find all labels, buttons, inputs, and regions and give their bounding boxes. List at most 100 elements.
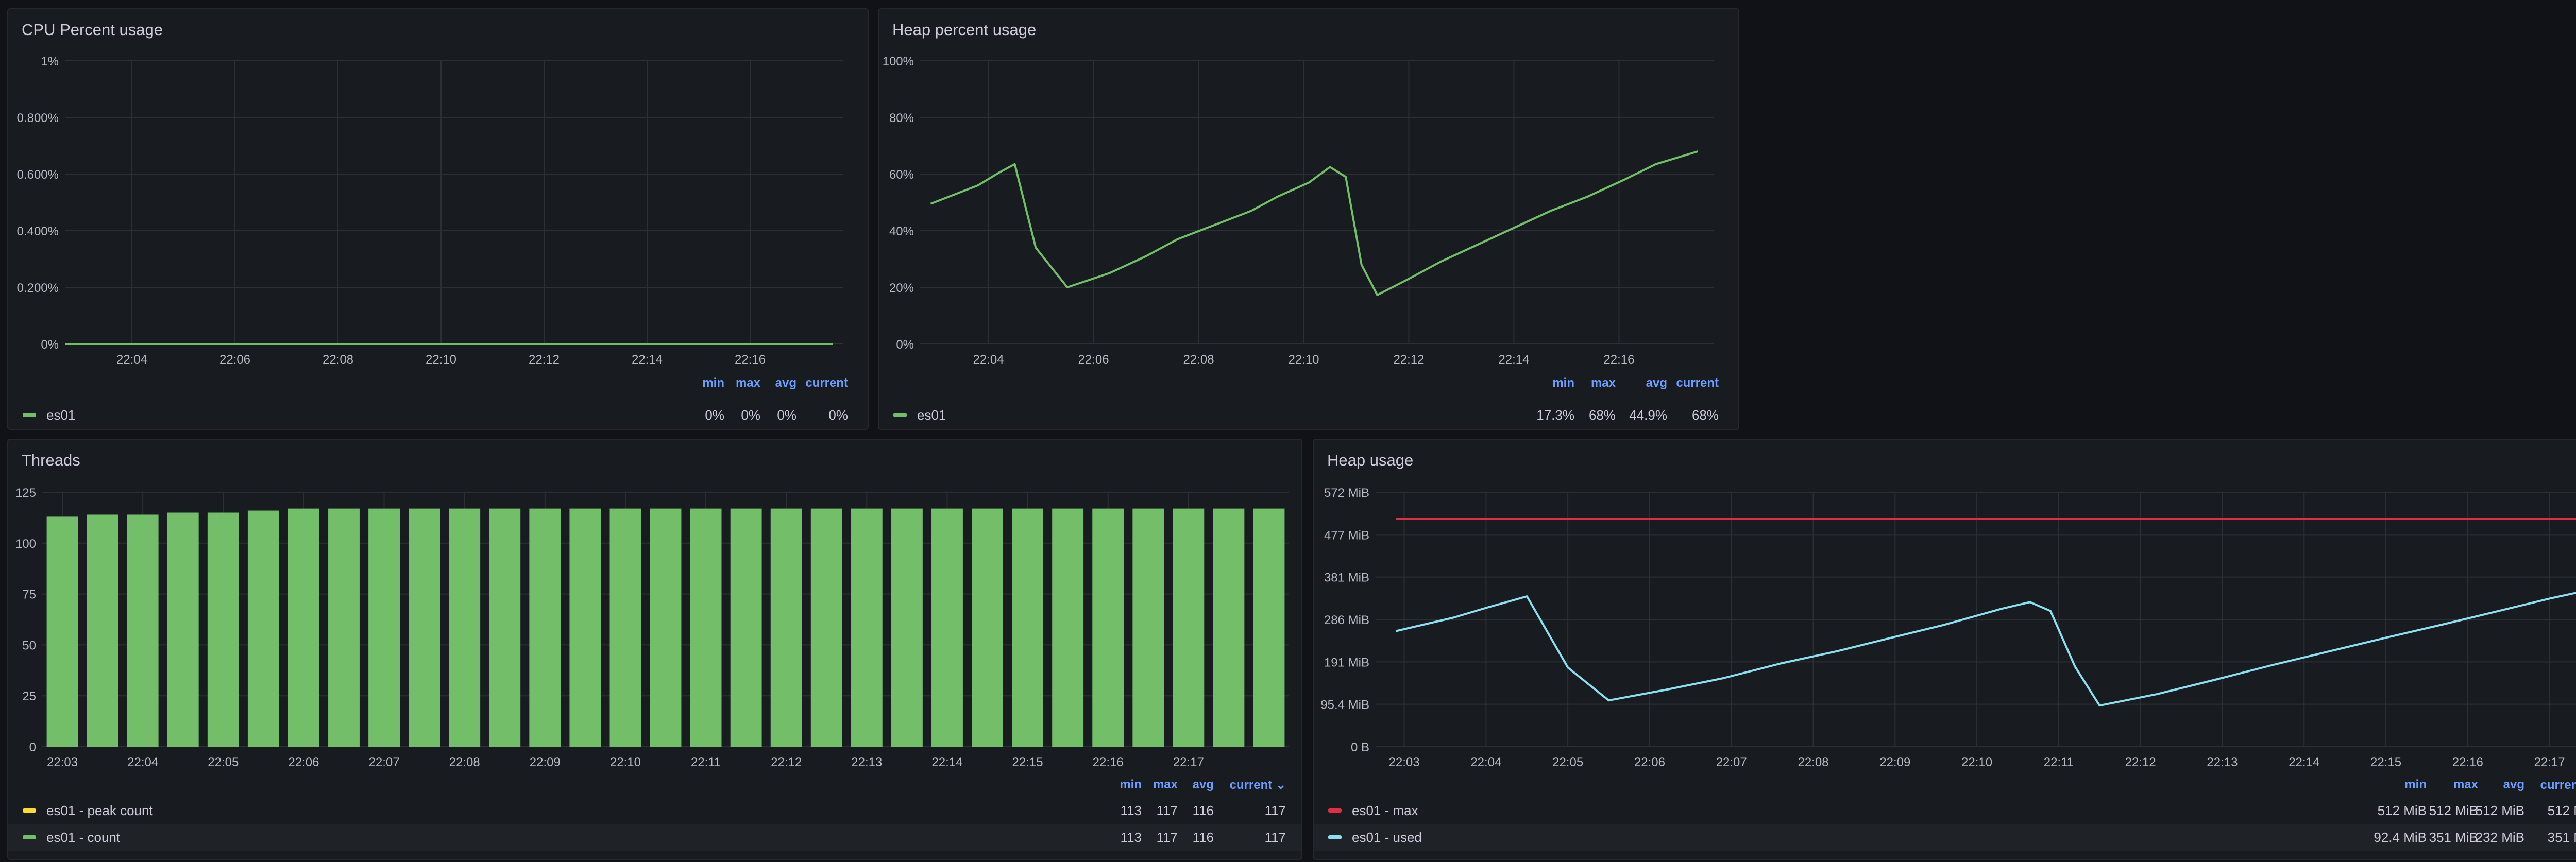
chart-cpu-percent[interactable]: 0% 0.200% 0.400% 0.600% 0.800% 1% 22:04 22:06 22…: [8, 9, 869, 430]
y-tick-label: 75: [22, 588, 36, 602]
x-tick-label: 22:04: [127, 755, 158, 769]
series-color-swatch: [893, 413, 907, 417]
x-tick-label: 22:14: [931, 755, 962, 769]
bar: [127, 514, 159, 747]
bar: [46, 516, 78, 747]
legend-row[interactable]: es01 - count 113 117 116 117: [8, 824, 1301, 851]
legend-stat-avg: 116: [1192, 829, 1214, 845]
x-tick-label: 22:11: [2044, 755, 2074, 769]
legend-series-name: es01: [46, 407, 76, 423]
legend-row[interactable]: es01 17.3% 68% 44.9% 68%: [879, 402, 1738, 428]
y-tick-label: 0.200%: [17, 281, 59, 295]
bar: [1092, 508, 1124, 747]
bar: [489, 508, 521, 747]
legend-header-min[interactable]: min: [1528, 376, 1574, 390]
legend-series-name: es01 - peak count: [46, 802, 153, 818]
bar: [972, 508, 1003, 747]
y-tick-label: 572 MiB: [1324, 486, 1369, 500]
x-tick-label: 22:15: [2370, 755, 2401, 769]
bar: [810, 508, 842, 747]
x-tick-label: 22:16: [1093, 755, 1124, 769]
x-tick-label: 22:07: [1716, 755, 1747, 769]
y-tick-label: 286 MiB: [1324, 613, 1369, 627]
x-tick-label: 22:14: [2289, 755, 2319, 769]
y-tick-label: 381 MiB: [1324, 571, 1369, 585]
x-tick-label: 22:06: [1634, 755, 1665, 769]
bar: [368, 508, 400, 747]
legend-stat-current: 68%: [1691, 407, 1719, 423]
bar: [449, 508, 481, 747]
panel-heap-usage[interactable]: Heap usage 0 B 95.4 MiB 191 MiB 286 MiB 381 …: [1313, 439, 2576, 860]
legend-stat-current: 117: [1264, 802, 1286, 818]
panel-cpu-percent[interactable]: CPU Percent usage 0% 0.200% 0.400% 0.600% 0.…: [7, 8, 869, 430]
legend-header-avg[interactable]: avg: [1621, 376, 1667, 390]
legend-row[interactable]: es01 - used 92.4 MiB 351 MiB 232 MiB 351…: [1314, 824, 2576, 851]
legend-header-current[interactable]: current ⌄: [1209, 778, 1286, 792]
legend-header-current[interactable]: current ⌄: [2519, 778, 2576, 792]
x-tick-label: 22:14: [1498, 353, 1529, 367]
x-tick-label: 22:17: [1173, 755, 1204, 769]
legend-header-current[interactable]: current: [1667, 376, 1719, 390]
y-tick-label: 0%: [41, 338, 59, 352]
x-tick-label: 22:08: [323, 353, 353, 367]
x-tick-label: 22:06: [219, 353, 250, 367]
y-tick-label: 20%: [889, 281, 914, 295]
legend-series-name: es01 - used: [1352, 829, 1422, 845]
y-tick-label: 1%: [41, 55, 59, 68]
x-tick-label: 22:17: [2534, 755, 2565, 769]
legend-header-avg[interactable]: avg: [750, 376, 796, 390]
y-tick-label: 60%: [889, 168, 914, 182]
legend-row[interactable]: es01 0% 0% 0% 0%: [8, 402, 868, 428]
panel-threads[interactable]: Threads 0 25 50 75 100 125 22:03 22:04 22:05 22:0…: [7, 439, 1302, 860]
x-tick-label: 22:05: [208, 755, 239, 769]
x-tick-label: 22:04: [116, 353, 147, 367]
legend-row[interactable]: es01 - peak count 113 117 116 117: [8, 797, 1301, 824]
x-tick-label: 22:07: [369, 755, 400, 769]
chart-heap-percent[interactable]: 0% 20% 40% 60% 80% 100% 22:04 22:06 22:08 22:10 22…: [879, 9, 1739, 430]
x-tick-label: 22:03: [1389, 755, 1420, 769]
y-tick-label: 0%: [896, 338, 914, 352]
bar: [609, 508, 641, 747]
bar: [328, 508, 360, 747]
y-tick-label: 0: [29, 740, 36, 754]
legend-header-current[interactable]: current: [796, 376, 848, 390]
bar: [1173, 508, 1205, 747]
bar: [1132, 508, 1164, 747]
legend-header-max[interactable]: max: [1569, 376, 1616, 390]
bar: [650, 508, 682, 747]
x-tick-label: 22:11: [691, 755, 721, 769]
legend-stat-min: 17.3%: [1536, 407, 1574, 423]
y-tick-label: 100%: [883, 55, 914, 68]
panel-heap-percent[interactable]: Heap percent usage 0% 20% 40% 60% 80% 100% 22:…: [878, 8, 1739, 430]
series-color-swatch: [23, 808, 36, 813]
x-tick-label: 22:03: [47, 755, 78, 769]
bar: [891, 508, 923, 747]
bar: [409, 508, 440, 747]
legend-series-name: es01: [917, 407, 946, 423]
series-color-swatch: [23, 835, 36, 839]
y-tick-label: 191 MiB: [1324, 656, 1369, 669]
legend-stat-avg: 44.9%: [1629, 407, 1667, 423]
y-tick-label: 25: [22, 689, 36, 703]
legend-row[interactable]: es01 - max 512 MiB 512 MiB 512 MiB 512 M…: [1314, 797, 2576, 824]
x-tick-label: 22:12: [529, 353, 560, 367]
y-tick-label: 80%: [889, 111, 914, 125]
x-tick-label: 22:09: [530, 755, 561, 769]
legend-header-avg[interactable]: avg: [1167, 778, 1214, 792]
legend-stat-current: 0%: [828, 407, 848, 423]
bar: [569, 508, 601, 747]
bar: [931, 508, 963, 747]
bar: [167, 512, 199, 747]
y-tick-label: 95.4 MiB: [1320, 698, 1369, 712]
legend-header-min[interactable]: min: [2380, 778, 2427, 792]
bar: [1052, 508, 1084, 747]
y-tick-label: 0 B: [1351, 740, 1369, 754]
x-tick-label: 22:10: [426, 353, 456, 367]
legend-header-avg[interactable]: avg: [2468, 778, 2524, 792]
x-tick-label: 22:04: [1470, 755, 1501, 769]
y-tick-label: 477 MiB: [1324, 528, 1369, 542]
x-tick-label: 22:10: [610, 755, 641, 769]
legend-stat-max: 68%: [1588, 407, 1616, 423]
y-tick-label: 100: [15, 537, 36, 551]
legend-series-name: es01 - count: [46, 829, 121, 845]
